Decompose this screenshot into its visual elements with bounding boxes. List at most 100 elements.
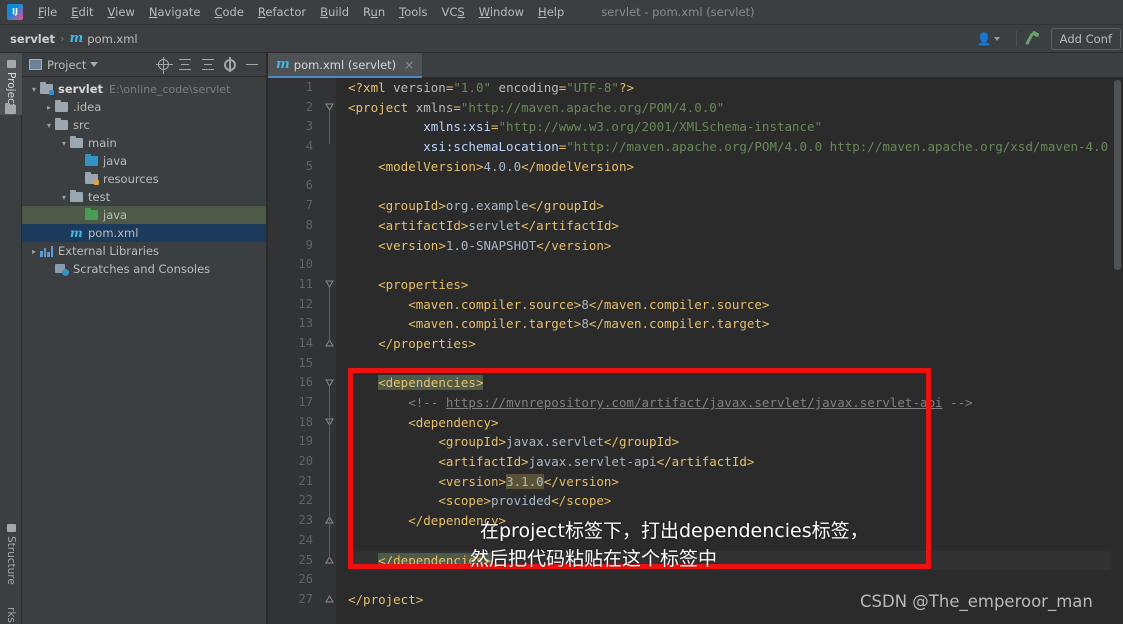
code-line[interactable]: <version>3.1.0</version> — [348, 472, 1111, 492]
structure-window-icon — [6, 523, 16, 532]
code-line[interactable] — [348, 176, 1111, 196]
project-panel-header: Project — [22, 53, 267, 77]
code-line[interactable]: </dependencies> — [348, 550, 1111, 571]
chevron-down-icon[interactable] — [90, 62, 99, 67]
folder-icon[interactable] — [5, 103, 16, 114]
folder-icon — [70, 135, 83, 148]
menu-edit[interactable]: Edit — [64, 2, 100, 22]
locate-icon[interactable] — [156, 57, 173, 74]
line-number: 4 — [305, 139, 313, 154]
intellij-idea-icon — [7, 4, 23, 20]
editor-scrollbar[interactable] — [1111, 78, 1123, 624]
menu-refactor[interactable]: Refactor — [251, 2, 313, 22]
collapse-all-icon[interactable] — [201, 58, 215, 72]
project-window-icon — [29, 59, 42, 70]
chevron-down-icon[interactable]: ▾ — [43, 121, 55, 130]
tree-node-label: java — [103, 208, 128, 222]
editor-tab-pom-xml[interactable]: m pom.xml (servlet) × — [268, 53, 423, 78]
code-line[interactable]: <!-- https://mvnrepository.com/artifact/… — [348, 393, 1111, 413]
line-number: 7 — [305, 198, 313, 213]
code-line[interactable]: <version>1.0-SNAPSHOT</version> — [348, 236, 1111, 256]
menu-view[interactable]: View — [101, 2, 142, 22]
code-line[interactable]: xsi:schemaLocation="http://maven.apache.… — [348, 137, 1123, 157]
code-line[interactable] — [348, 255, 1111, 275]
chevron-down-icon[interactable]: ▾ — [58, 139, 70, 148]
code-line[interactable]: <scope>provided</scope> — [348, 491, 1111, 511]
tree-node-label: resources — [103, 172, 159, 186]
code-line[interactable] — [348, 354, 1111, 374]
tree-node-main[interactable]: ▾ main — [22, 134, 267, 152]
menu-code[interactable]: Code — [207, 2, 250, 22]
line-number: 11 — [298, 276, 313, 291]
code-line[interactable]: <modelVersion>4.0.0</modelVersion> — [348, 157, 1111, 177]
fold-expand-icon[interactable] — [325, 595, 334, 604]
code-folding-gutter[interactable] — [322, 78, 336, 624]
tree-node-java[interactable]: java — [22, 152, 267, 170]
menu-navigate[interactable]: Navigate — [142, 2, 208, 22]
gear-icon[interactable] — [224, 58, 236, 71]
chevron-right-icon[interactable]: ▸ — [43, 103, 55, 112]
menu-build[interactable]: Build — [313, 2, 356, 22]
chevron-down-icon[interactable] — [993, 36, 1000, 41]
tool-window-stripe-left: Project Structure rks — [0, 53, 22, 624]
menu-run[interactable]: Run — [356, 2, 392, 22]
line-number: 6 — [305, 178, 313, 193]
code-line[interactable]: <?xml version="1.0" encoding="UTF-8"?> — [348, 78, 1111, 98]
tree-node--idea[interactable]: ▸ .idea — [22, 98, 267, 116]
line-number-gutter: 1 2 3 4 5 6 7 8 9 10 11 12 13 14 15 16 17 18 19 20 21 22 23 24 2… — [268, 78, 322, 624]
menu-bar: File Edit View Navigate Code Refactor Bu… — [0, 0, 1123, 25]
project-panel-title: Project — [47, 57, 87, 72]
menu-help[interactable]: Help — [531, 2, 571, 22]
code-line[interactable]: <artifactId>servlet</artifactId> — [348, 216, 1111, 236]
tree-node-src[interactable]: ▾ src — [22, 116, 267, 134]
menu-vcs[interactable]: VCS — [434, 2, 471, 22]
menu-tools[interactable]: Tools — [392, 2, 434, 22]
module-folder-icon — [40, 81, 54, 95]
tree-node-label: Scratches and Consoles — [73, 262, 211, 276]
menu-window[interactable]: Window — [472, 2, 531, 22]
line-number: 27 — [298, 591, 313, 606]
chevron-right-icon[interactable]: ▸ — [28, 247, 40, 256]
breadcrumb-item-file[interactable]: pom.xml — [87, 32, 137, 46]
code-line[interactable]: <dependency> — [348, 413, 1111, 433]
add-configuration-button[interactable]: Add Conf — [1050, 27, 1121, 50]
tree-node-pom-xml[interactable]: m pom.xml — [22, 224, 267, 242]
stripe-button-bookmarks[interactable]: rks — [0, 601, 22, 624]
code-line[interactable]: <maven.compiler.target>8</maven.compiler… — [348, 314, 1111, 334]
tree-node-external-libraries[interactable]: ▸ External Libraries — [22, 242, 267, 260]
scratches-icon-icon — [55, 263, 69, 276]
code-line[interactable]: <project xmlns="http://maven.apache.org/… — [348, 98, 1111, 118]
tree-node-scratches-and-consoles[interactable]: Scratches and Consoles — [22, 260, 267, 278]
user-account-icon[interactable]: 👤 — [977, 32, 992, 46]
chevron-down-icon[interactable]: ▾ — [58, 193, 70, 202]
line-number: 13 — [298, 316, 313, 331]
expand-all-icon[interactable] — [178, 58, 192, 72]
breadcrumb-item-project[interactable]: servlet — [10, 32, 55, 46]
tree-node-servlet[interactable]: ▾ servlet E:\online_code\servlet — [22, 80, 267, 98]
build-hammer-icon[interactable] — [1025, 31, 1041, 47]
code-line[interactable]: <properties> — [348, 275, 1111, 295]
hide-icon[interactable] — [245, 58, 259, 72]
menu-file[interactable]: File — [31, 2, 64, 22]
folder-icon — [70, 189, 83, 202]
line-number: 5 — [305, 158, 313, 173]
close-icon[interactable]: × — [404, 58, 414, 72]
code-line[interactable]: <dependencies> — [348, 373, 1111, 393]
code-line[interactable]: </properties> — [348, 334, 1111, 354]
scrollbar-thumb[interactable] — [1114, 80, 1121, 270]
tree-node-label: servlet — [58, 82, 104, 96]
line-number: 21 — [298, 473, 313, 488]
tree-node-resources[interactable]: resources — [22, 170, 267, 188]
code-line[interactable]: <maven.compiler.source>8</maven.compiler… — [348, 295, 1111, 315]
code-line[interactable]: xmlns:xsi="http://www.w3.org/2001/XMLSch… — [348, 117, 1111, 137]
code-line[interactable] — [348, 570, 1111, 590]
code-line[interactable]: <artifactId>javax.servlet-api</artifactI… — [348, 452, 1111, 472]
code-line[interactable]: <groupId>org.example</groupId> — [348, 196, 1111, 216]
tree-node-java[interactable]: java — [22, 206, 267, 224]
code-line[interactable]: <groupId>javax.servlet</groupId> — [348, 432, 1111, 452]
tree-node-test[interactable]: ▾ test — [22, 188, 267, 206]
chevron-down-icon[interactable]: ▾ — [28, 85, 40, 94]
stripe-button-structure[interactable]: Structure — [0, 513, 22, 595]
tree-node-label: .idea — [73, 100, 102, 114]
line-number: 12 — [298, 296, 313, 311]
